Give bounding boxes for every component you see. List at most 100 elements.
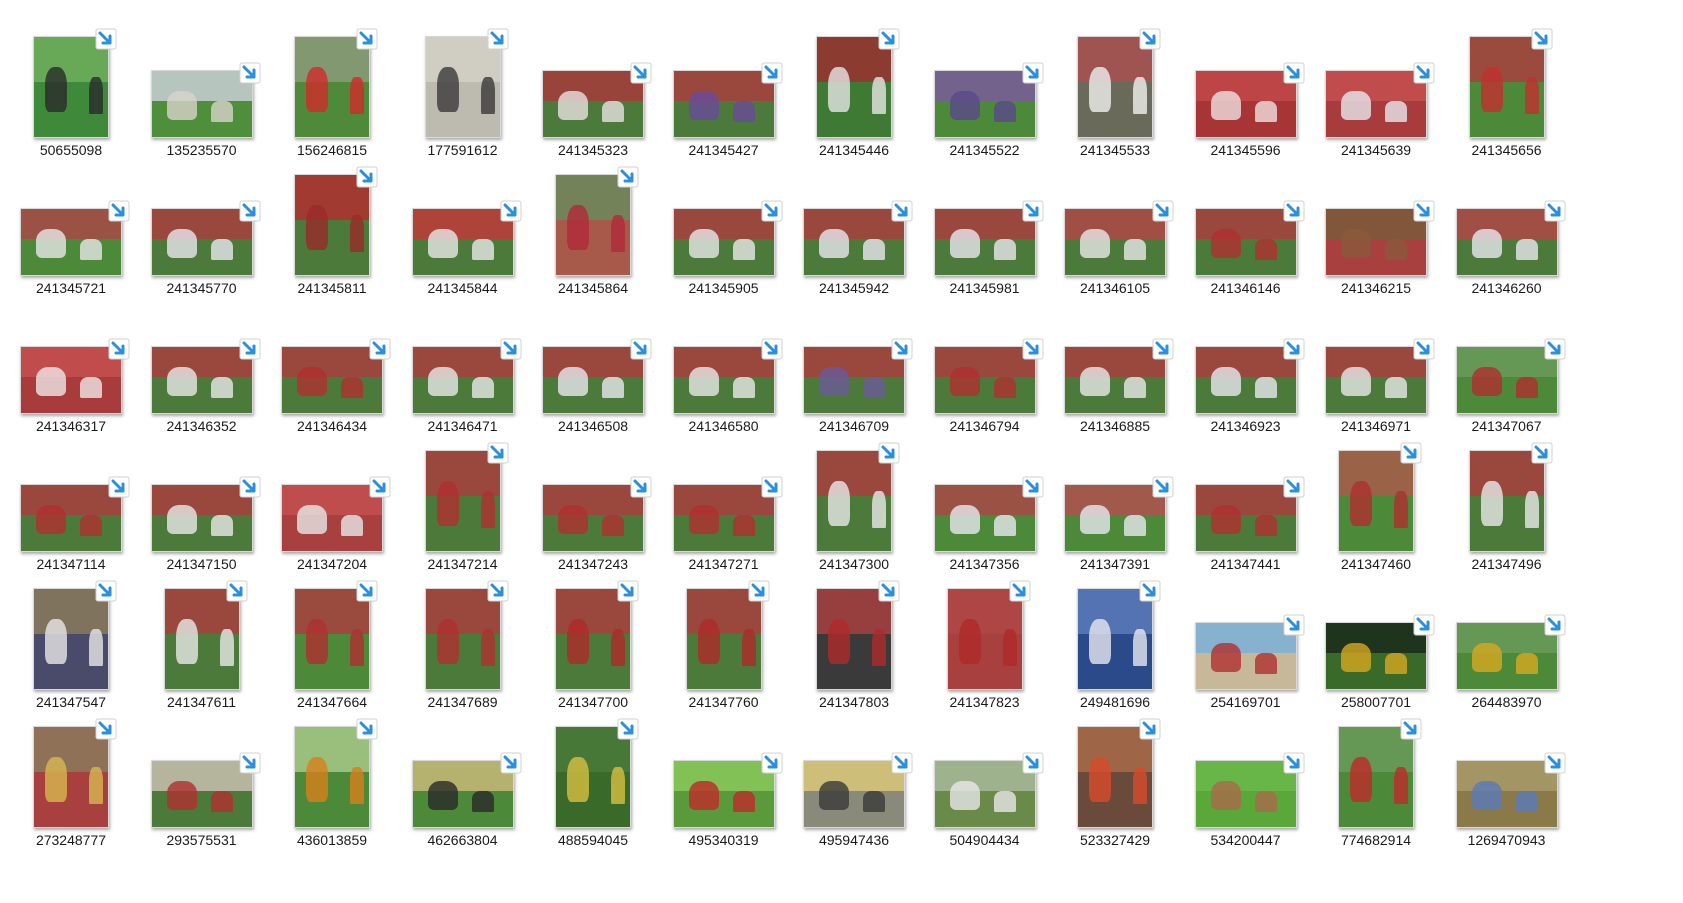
file-item-462663804[interactable]: 462663804 [398, 700, 528, 848]
file-item-241347067[interactable]: 241347067 [1442, 286, 1572, 434]
shortcut-arrow-icon [1544, 614, 1565, 636]
file-item-241346471[interactable]: 241346471 [398, 286, 528, 434]
thumbnail-frame [1186, 156, 1306, 276]
file-item-495947436[interactable]: 495947436 [789, 700, 919, 848]
file-item-436013859[interactable]: 436013859 [267, 700, 397, 848]
thumbnail-frame [272, 294, 392, 414]
file-item-135235570[interactable]: 135235570 [137, 10, 267, 158]
file-item-241345981[interactable]: 241345981 [920, 148, 1050, 296]
file-item-50655098[interactable]: 50655098 [6, 10, 136, 158]
file-grid[interactable]: 50655098 135235570 156246815 177591612 2… [0, 0, 1683, 903]
file-item-241346434[interactable]: 241346434 [267, 286, 397, 434]
shortcut-arrow-icon [761, 62, 782, 84]
file-item-241347114[interactable]: 241347114 [6, 424, 136, 572]
file-item-241347823[interactable]: 241347823 [920, 562, 1050, 710]
file-item-504904434[interactable]: 504904434 [920, 700, 1050, 848]
file-item-241346105[interactable]: 241346105 [1050, 148, 1180, 296]
image-thumbnail [672, 760, 775, 828]
file-item-293575531[interactable]: 293575531 [137, 700, 267, 848]
file-item-177591612[interactable]: 177591612 [398, 10, 528, 158]
file-item-241347214[interactable]: 241347214 [398, 424, 528, 572]
file-item-488594045[interactable]: 488594045 [528, 700, 658, 848]
file-item-241347689[interactable]: 241347689 [398, 562, 528, 710]
image-thumbnail [1077, 588, 1153, 690]
file-item-249481696[interactable]: 249481696 [1050, 562, 1180, 710]
file-item-241347460[interactable]: 241347460 [1311, 424, 1441, 572]
file-item-241345864[interactable]: 241345864 [528, 148, 658, 296]
file-item-241345905[interactable]: 241345905 [659, 148, 789, 296]
file-item-241347271[interactable]: 241347271 [659, 424, 789, 572]
file-item-241347664[interactable]: 241347664 [267, 562, 397, 710]
thumbnail-frame [794, 156, 914, 276]
thumbnail-frame [1186, 432, 1306, 552]
file-item-495340319[interactable]: 495340319 [659, 700, 789, 848]
thumbnail-frame [403, 156, 523, 276]
file-item-241346794[interactable]: 241346794 [920, 286, 1050, 434]
file-item-258007701[interactable]: 258007701 [1311, 562, 1441, 710]
file-item-241346215[interactable]: 241346215 [1311, 148, 1441, 296]
file-item-241347760[interactable]: 241347760 [659, 562, 789, 710]
file-item-774682914[interactable]: 774682914 [1311, 700, 1441, 848]
file-item-241345522[interactable]: 241345522 [920, 10, 1050, 158]
file-item-241347803[interactable]: 241347803 [789, 562, 919, 710]
shortcut-arrow-icon [108, 338, 130, 360]
file-item-241345656[interactable]: 241345656 [1442, 10, 1572, 158]
thumbnail-frame [1316, 570, 1436, 690]
file-item-241347547[interactable]: 241347547 [6, 562, 136, 710]
file-item-241346971[interactable]: 241346971 [1311, 286, 1441, 434]
file-item-241345533[interactable]: 241345533 [1050, 10, 1180, 158]
file-item-241347356[interactable]: 241347356 [920, 424, 1050, 572]
file-item-241346146[interactable]: 241346146 [1181, 148, 1311, 296]
file-item-241347150[interactable]: 241347150 [137, 424, 267, 572]
file-item-241346508[interactable]: 241346508 [528, 286, 658, 434]
file-item-523327429[interactable]: 523327429 [1050, 700, 1180, 848]
file-item-241347204[interactable]: 241347204 [267, 424, 397, 572]
file-item-241345596[interactable]: 241345596 [1181, 10, 1311, 158]
shortcut-arrow-icon [1531, 28, 1552, 50]
image-thumbnail [1194, 208, 1297, 276]
file-item-273248777[interactable]: 273248777 [6, 700, 136, 848]
file-name-label: 293575531 [166, 832, 237, 848]
thumbnail-frame [1186, 294, 1306, 414]
file-item-241345811[interactable]: 241345811 [267, 148, 397, 296]
shortcut-arrow-icon [239, 338, 260, 360]
file-item-241347611[interactable]: 241347611 [137, 562, 267, 710]
file-item-241347496[interactable]: 241347496 [1442, 424, 1572, 572]
file-item-241345770[interactable]: 241345770 [137, 148, 267, 296]
file-item-241347441[interactable]: 241347441 [1181, 424, 1311, 572]
file-item-241346260[interactable]: 241346260 [1442, 148, 1572, 296]
shortcut-arrow-icon [487, 28, 508, 50]
file-item-241345721[interactable]: 241345721 [6, 148, 136, 296]
file-item-241346352[interactable]: 241346352 [137, 286, 267, 434]
file-item-241347700[interactable]: 241347700 [528, 562, 658, 710]
file-item-264483970[interactable]: 264483970 [1442, 562, 1572, 710]
thumbnail-frame [403, 708, 523, 828]
thumbnail-frame [1186, 570, 1306, 690]
file-item-241345639[interactable]: 241345639 [1311, 10, 1441, 158]
thumbnail-frame [1055, 18, 1175, 138]
file-name-label: 462663804 [427, 832, 498, 848]
image-thumbnail [555, 174, 631, 276]
file-item-241345844[interactable]: 241345844 [398, 148, 528, 296]
thumbnail-frame [1447, 432, 1567, 552]
thumbnail-frame [925, 432, 1045, 552]
file-item-241345427[interactable]: 241345427 [659, 10, 789, 158]
file-item-241347300[interactable]: 241347300 [789, 424, 919, 572]
file-item-241345323[interactable]: 241345323 [528, 10, 658, 158]
file-item-241345446[interactable]: 241345446 [789, 10, 919, 158]
file-item-156246815[interactable]: 156246815 [267, 10, 397, 158]
file-item-241347391[interactable]: 241347391 [1050, 424, 1180, 572]
file-item-241346923[interactable]: 241346923 [1181, 286, 1311, 434]
file-item-241346580[interactable]: 241346580 [659, 286, 789, 434]
shortcut-arrow-icon [239, 62, 260, 84]
image-thumbnail [542, 484, 644, 552]
thumbnail-frame [533, 432, 653, 552]
file-item-241346709[interactable]: 241346709 [789, 286, 919, 434]
file-item-254169701[interactable]: 254169701 [1181, 562, 1311, 710]
file-item-241345942[interactable]: 241345942 [789, 148, 919, 296]
file-item-1269470943[interactable]: 1269470943 [1442, 700, 1572, 848]
file-item-241346885[interactable]: 241346885 [1050, 286, 1180, 434]
file-item-241347243[interactable]: 241347243 [528, 424, 658, 572]
file-item-534200447[interactable]: 534200447 [1181, 700, 1311, 848]
file-item-241346317[interactable]: 241346317 [6, 286, 136, 434]
